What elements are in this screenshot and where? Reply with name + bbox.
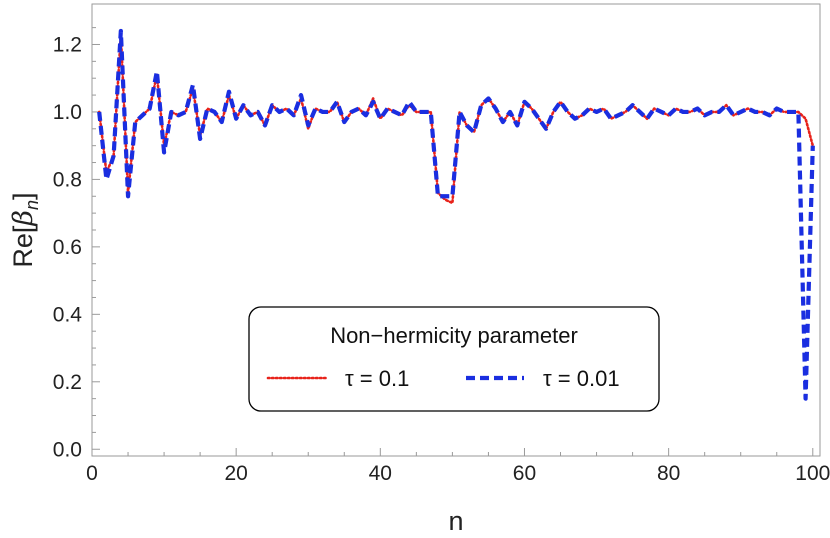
x-tick-label: 60 xyxy=(513,462,536,485)
x-tick-label: 0 xyxy=(86,462,98,485)
y-tick-label: 0.0 xyxy=(53,438,82,461)
y-axis-title-subscript: n xyxy=(22,200,42,210)
legend-title: Non−hermicity parameter xyxy=(330,323,578,348)
legend: Non−hermicity parameter τ = 0.1 τ = 0.01 xyxy=(248,306,660,412)
x-tick-label: 20 xyxy=(224,462,247,485)
y-tick-label: 0.2 xyxy=(53,371,82,394)
x-tick-label: 80 xyxy=(657,462,680,485)
y-tick-label: 0.4 xyxy=(53,303,83,326)
y-tick-label: 1.0 xyxy=(53,101,82,124)
x-tick-label: 100 xyxy=(795,462,830,485)
legend-label-tau-0.01: τ = 0.01 xyxy=(543,366,620,391)
y-axis-title-symbol: β xyxy=(8,210,39,227)
legend-label-tau-0.1: τ = 0.1 xyxy=(345,366,409,391)
x-axis-title: n xyxy=(448,506,463,536)
y-tick-label: 0.6 xyxy=(53,236,82,259)
y-axis-title-prefix: Re[ xyxy=(8,225,38,268)
y-tick-label: 1.2 xyxy=(53,33,82,56)
y-axis-title-suffix: ] xyxy=(8,192,38,200)
y-tick-label: 0.8 xyxy=(53,168,82,191)
line-chart: 0 20 40 60 80 100 0.0 0.2 0.4 0.6 0.8 1.0 1.2 n Re[β… xyxy=(0,0,830,538)
x-tick-label: 40 xyxy=(369,462,392,485)
